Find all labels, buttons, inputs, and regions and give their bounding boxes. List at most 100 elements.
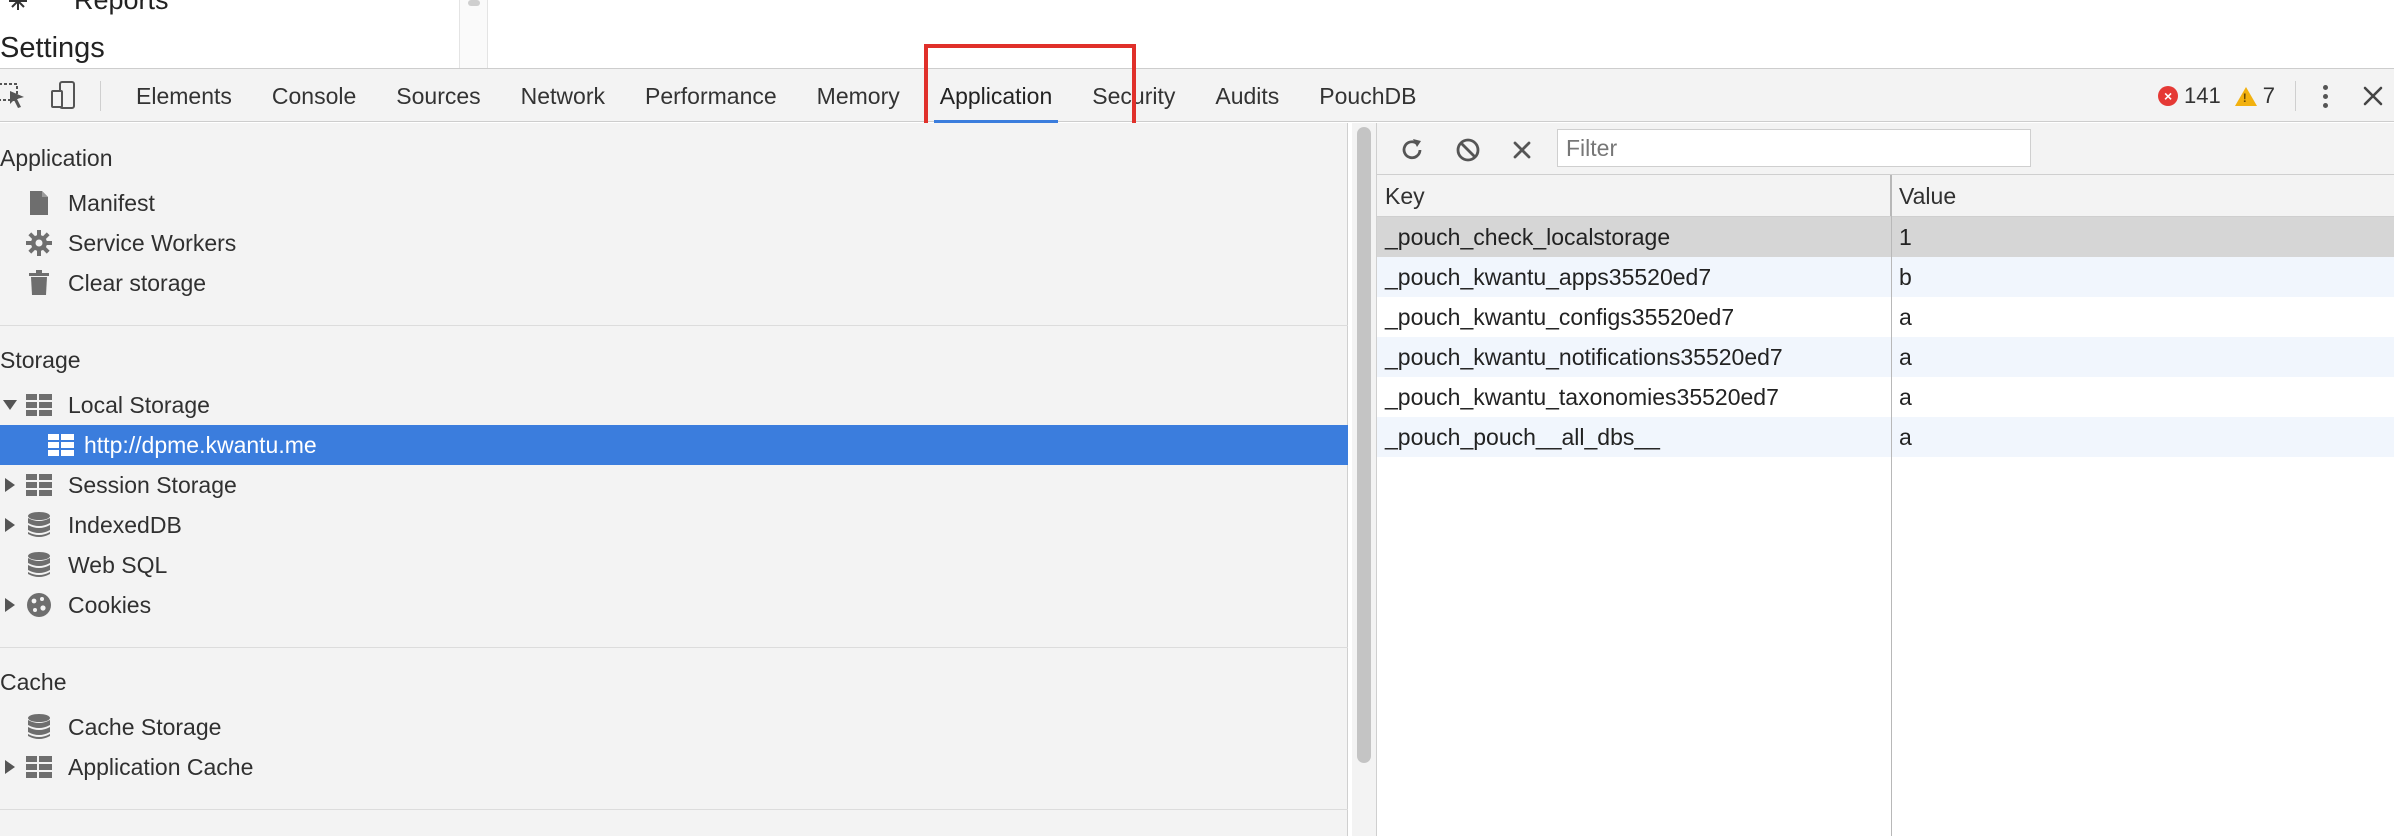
refresh-icon[interactable]: [1397, 135, 1427, 165]
tab-audits[interactable]: Audits: [1195, 69, 1299, 123]
expand-right-arrow-icon[interactable]: [0, 598, 20, 612]
cell-key[interactable]: _pouch_check_localstorage: [1377, 217, 1891, 257]
table-row[interactable]: _pouch_pouch__all_dbs__ a: [1377, 417, 2394, 457]
gear-icon: [24, 228, 54, 258]
warning-count: 7: [2262, 83, 2275, 108]
close-devtools-icon[interactable]: [2358, 81, 2388, 111]
section-divider: [0, 647, 1348, 648]
cell-value[interactable]: a: [1891, 417, 2394, 457]
sidebar-item-session-storage[interactable]: Session Storage: [0, 465, 1348, 505]
delete-selected-icon[interactable]: [1507, 135, 1537, 165]
cell-key[interactable]: _pouch_kwantu_configs35520ed7: [1377, 297, 1891, 337]
tab-memory[interactable]: Memory: [797, 69, 920, 123]
warning-icon: !: [2234, 86, 2257, 106]
database-icon: [24, 712, 54, 742]
page-scrollbar[interactable]: [460, 0, 488, 68]
expand-right-arrow-icon[interactable]: [0, 478, 20, 492]
filter-input[interactable]: [1557, 129, 2031, 167]
cell-value[interactable]: a: [1891, 377, 2394, 417]
cell-key[interactable]: _pouch_kwantu_taxonomies35520ed7: [1377, 377, 1891, 417]
tab-console[interactable]: Console: [252, 69, 376, 123]
error-counter[interactable]: × 141: [2158, 83, 2221, 109]
table-row[interactable]: _pouch_kwantu_configs35520ed7 a: [1377, 297, 2394, 337]
sidebar-item-label: Application Cache: [68, 753, 254, 780]
tab-pouchdb[interactable]: PouchDB: [1299, 69, 1436, 123]
cell-key[interactable]: _pouch_pouch__all_dbs__: [1377, 417, 1891, 457]
sidebar-item-service-workers[interactable]: Service Workers: [0, 223, 1348, 263]
devtools-status-tools: × 141 ! 7: [2158, 69, 2394, 123]
devtools-tabbar: Elements Console Sources Network Perform…: [0, 68, 2394, 123]
reports-label: Reports: [74, 0, 169, 16]
expand-right-arrow-icon[interactable]: [0, 760, 20, 774]
sidebar-item-cache-storage[interactable]: Cache Storage: [0, 707, 1348, 747]
cell-value[interactable]: 1: [1891, 217, 2394, 257]
reports-icon: [0, 0, 36, 12]
cell-key[interactable]: _pouch_kwantu_apps35520ed7: [1377, 257, 1891, 297]
sidebar-item-clear-storage[interactable]: Clear storage: [0, 263, 1348, 303]
sidebar-item-label: Cache Storage: [68, 713, 222, 740]
sidebar-item-indexeddb[interactable]: IndexedDB: [0, 505, 1348, 545]
page-sidebar: Reports Settings: [0, 0, 460, 68]
cookie-icon: [24, 590, 54, 620]
tab-performance[interactable]: Performance: [625, 69, 797, 123]
tab-application[interactable]: Application: [920, 69, 1073, 123]
expand-right-arrow-icon[interactable]: [0, 518, 20, 532]
sidebar-item-label: http://dpme.kwantu.me: [84, 431, 317, 458]
sidebar-item-local-storage[interactable]: Local Storage: [0, 385, 1348, 425]
page-content: Reports Settings: [0, 0, 2394, 68]
settings-nav-item[interactable]: Settings: [0, 32, 105, 65]
sidebar-item-cookies[interactable]: Cookies: [0, 585, 1348, 625]
inspect-element-icon[interactable]: [0, 79, 28, 111]
table-header: Key Value: [1377, 175, 2394, 217]
error-count: 141: [2184, 83, 2221, 108]
sidebar-item-manifest[interactable]: Manifest: [0, 183, 1348, 223]
table-row[interactable]: _pouch_kwantu_apps35520ed7 b: [1377, 257, 2394, 297]
storage-toolbar: [1377, 123, 2394, 175]
tab-sources[interactable]: Sources: [376, 69, 500, 123]
warning-counter[interactable]: ! 7: [2234, 83, 2275, 109]
sidebar-item-label: Web SQL: [68, 551, 168, 578]
cell-value[interactable]: b: [1891, 257, 2394, 297]
table-row[interactable]: _pouch_kwantu_notifications35520ed7 a: [1377, 337, 2394, 377]
sidebar-item-label: Clear storage: [68, 269, 207, 296]
section-divider: [0, 809, 1348, 810]
tab-security[interactable]: Security: [1072, 69, 1195, 123]
table-icon: [46, 430, 76, 460]
sidebar-item-label: Cookies: [68, 591, 152, 618]
sidebar-item-label: Local Storage: [68, 391, 210, 418]
reports-nav-item[interactable]: Reports: [0, 0, 169, 15]
cell-value[interactable]: a: [1891, 337, 2394, 377]
database-icon: [24, 550, 54, 580]
column-header-key[interactable]: Key: [1377, 175, 1891, 216]
clear-all-icon[interactable]: [1453, 135, 1483, 165]
column-header-value[interactable]: Value: [1891, 175, 2394, 216]
sidebar-scrollbar[interactable]: [1352, 123, 1376, 836]
column-divider[interactable]: [1891, 175, 1892, 836]
table-icon: [24, 752, 54, 782]
section-title-storage: Storage: [0, 347, 81, 373]
page-scrollbar-thumb[interactable]: [468, 0, 480, 6]
device-toolbar-icon[interactable]: [48, 79, 80, 111]
sidebar-item-label: IndexedDB: [68, 511, 182, 538]
sidebar-item-application-cache[interactable]: Application Cache: [0, 747, 1348, 787]
expand-down-arrow-icon[interactable]: [0, 399, 20, 411]
section-divider: [0, 325, 1348, 326]
sidebar-scrollbar-thumb[interactable]: [1357, 127, 1371, 763]
application-sidebar: Application Manifest Service Workers Cle…: [0, 123, 1348, 836]
section-title-cache: Cache: [0, 669, 67, 695]
cell-key[interactable]: _pouch_kwantu_notifications35520ed7: [1377, 337, 1891, 377]
sidebar-item-local-storage-origin[interactable]: http://dpme.kwantu.me: [0, 425, 1348, 465]
tab-network[interactable]: Network: [501, 69, 625, 123]
section-title-application: Application: [0, 145, 113, 171]
cell-value[interactable]: a: [1891, 297, 2394, 337]
table-icon: [24, 470, 54, 500]
tab-elements[interactable]: Elements: [116, 69, 252, 123]
sidebar-item-label: Service Workers: [68, 229, 237, 256]
table-row[interactable]: _pouch_check_localstorage 1: [1377, 217, 2394, 257]
sidebar-item-web-sql[interactable]: Web SQL: [0, 545, 1348, 585]
table-row[interactable]: _pouch_kwantu_taxonomies35520ed7 a: [1377, 377, 2394, 417]
storage-table: Key Value _pouch_check_localstorage 1 _p…: [1377, 175, 2394, 457]
devtools-tabs: Elements Console Sources Network Perform…: [116, 69, 1436, 123]
table-icon: [24, 390, 54, 420]
more-options-icon[interactable]: [2310, 81, 2340, 111]
